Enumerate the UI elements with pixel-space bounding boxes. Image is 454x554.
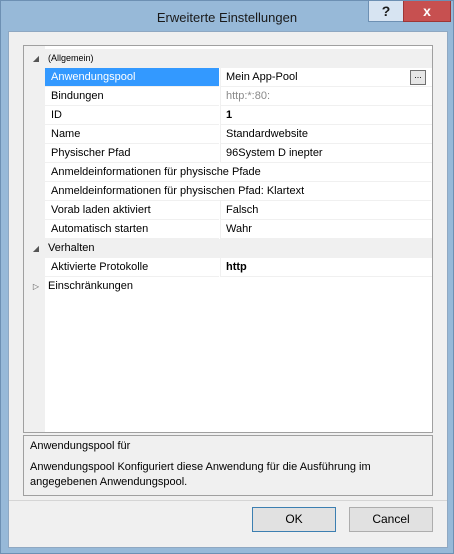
browse-ellipsis-button[interactable]: ... (410, 70, 426, 85)
title-bar[interactable]: Erweiterte Einstellungen ? x (1, 1, 453, 31)
dialog-client: ◢ (Allgemein) Anwendungspool Mein App-Po… (8, 31, 448, 548)
property-row-auto-start[interactable]: Automatisch starten Wahr (24, 220, 432, 239)
property-row-path-credentials-logon[interactable]: Anmeldeinformationen für physischen Pfad… (24, 182, 432, 201)
property-row-enabled-protocols[interactable]: Aktivierte Protokolle http (24, 258, 432, 277)
description-text: Anwendungspool Konfiguriert diese Anwend… (30, 461, 371, 488)
category-limits[interactable]: ▷ Einschränkungen (24, 277, 432, 296)
property-row-physical-path[interactable]: Physischer Pfad 96System D inepter (24, 144, 432, 163)
property-value[interactable]: Standardwebsite (220, 125, 432, 144)
property-name: Aktivierte Protokolle (45, 258, 219, 277)
category-label: Einschränkungen (48, 280, 134, 292)
property-name: Vorab laden aktiviert (45, 201, 219, 220)
category-label: Verhalten (48, 242, 95, 254)
collapse-arrow-icon[interactable]: ◢ (30, 239, 42, 258)
property-name: Bindungen (45, 87, 219, 106)
property-value[interactable]: Mein App-Pool (220, 68, 432, 87)
property-row-preload-enabled[interactable]: Vorab laden aktiviert Falsch (24, 201, 432, 220)
property-name: Name (45, 125, 219, 144)
property-value[interactable]: Wahr (220, 220, 432, 239)
property-value[interactable]: http (220, 258, 432, 277)
property-value[interactable]: http:*:80: (220, 87, 432, 106)
close-button[interactable]: x (403, 1, 451, 22)
property-name: ID (45, 106, 219, 125)
dialog-window: Erweiterte Einstellungen ? x ◢ (Allgemei… (0, 0, 454, 554)
property-name: Physischer Pfad (45, 144, 219, 163)
property-grid: ◢ (Allgemein) Anwendungspool Mein App-Po… (23, 45, 433, 433)
property-name: Anmeldeinformationen für physische Pfade (45, 163, 431, 182)
property-name: Anmeldeinformationen für physischen Pfad… (45, 182, 431, 201)
category-label: (Allgemein) (48, 53, 94, 63)
expand-arrow-icon[interactable]: ▷ (30, 277, 42, 296)
collapse-arrow-icon[interactable]: ◢ (30, 49, 42, 68)
property-value[interactable]: 96System D inepter (220, 144, 432, 163)
property-name: Anwendungspool (45, 68, 219, 87)
property-row-bindings[interactable]: Bindungen http:*:80: (24, 87, 432, 106)
property-row-name[interactable]: Name Standardwebsite (24, 125, 432, 144)
property-value[interactable]: Falsch (220, 201, 432, 220)
description-panel: Anwendungspool für Anwendungspool Konfig… (23, 435, 433, 496)
category-general[interactable]: ◢ (Allgemein) (24, 49, 432, 68)
property-value[interactable]: 1 (220, 106, 432, 125)
property-row-path-credentials[interactable]: Anmeldeinformationen für physische Pfade (24, 163, 432, 182)
property-name: Automatisch starten (45, 220, 219, 239)
help-button[interactable]: ? (368, 1, 404, 22)
property-row-id[interactable]: ID 1 (24, 106, 432, 125)
cancel-button[interactable]: Cancel (349, 507, 433, 532)
ok-button[interactable]: OK (252, 507, 336, 532)
description-title: Anwendungspool für (30, 440, 131, 452)
property-row-application-pool[interactable]: Anwendungspool Mein App-Pool ... (24, 68, 432, 87)
category-behavior[interactable]: ◢ Verhalten (24, 239, 432, 258)
footer-divider (9, 500, 447, 501)
